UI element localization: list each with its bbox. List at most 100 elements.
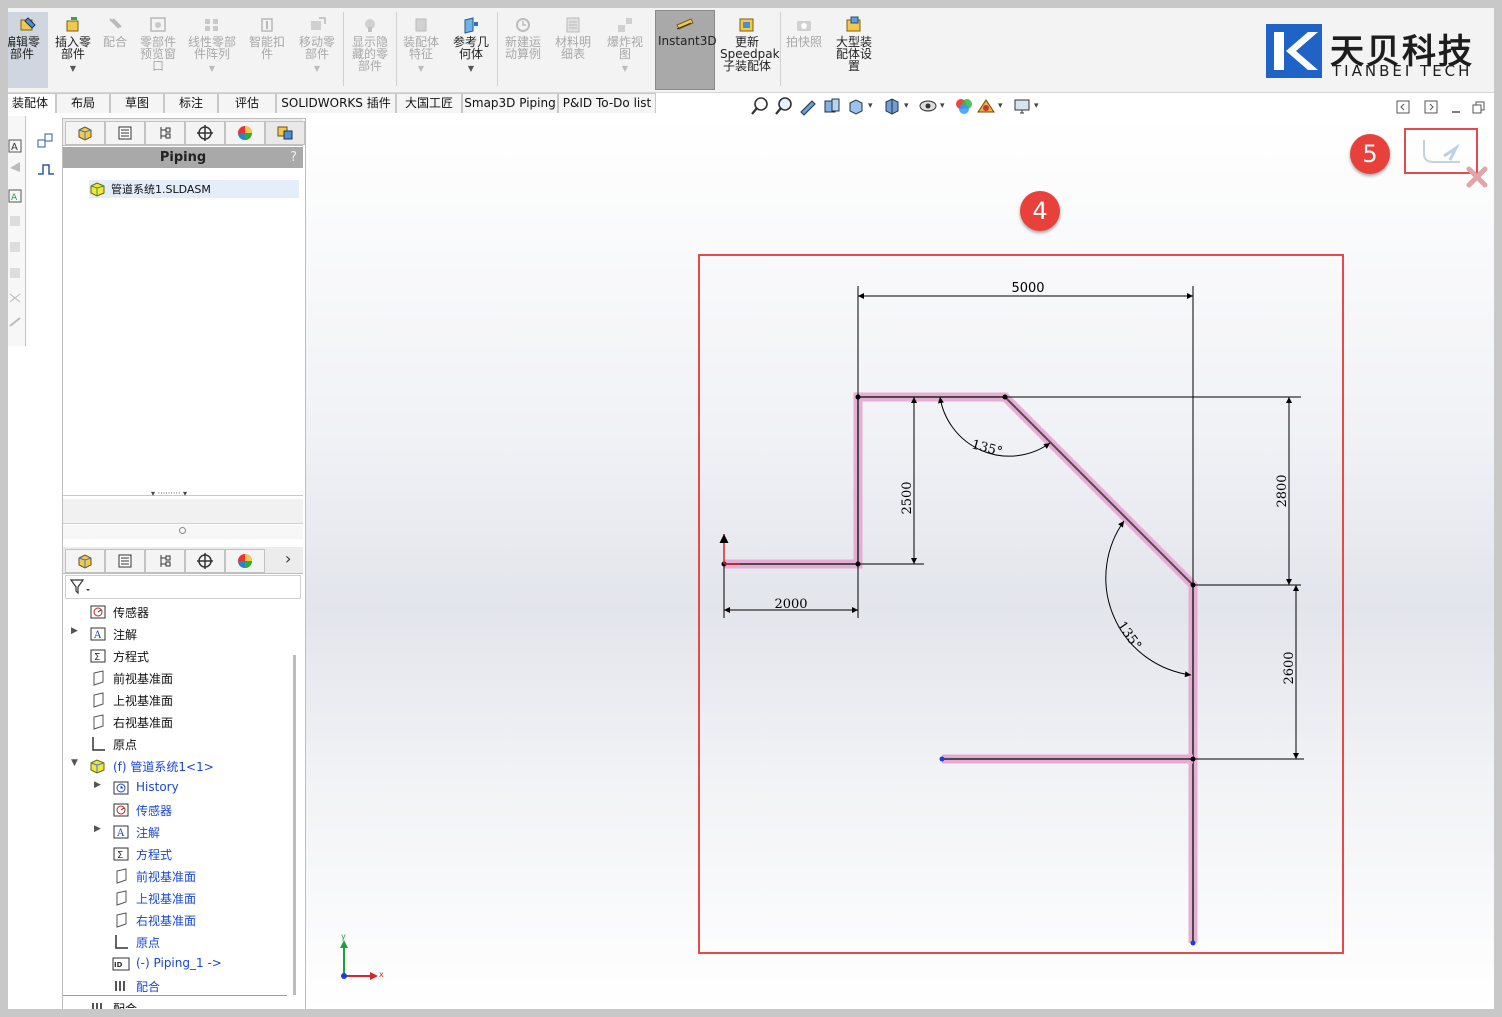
panel-splitter-handle[interactable]: ▾ ········· ▾ bbox=[151, 489, 187, 498]
tree-item[interactable]: 配合 bbox=[112, 977, 292, 995]
section-view-icon[interactable] bbox=[822, 96, 842, 116]
tree-item[interactable]: 右视基准面 bbox=[89, 713, 269, 731]
tab-daguo-gongjiang[interactable]: 大国工匠 bbox=[396, 93, 462, 113]
dimxpert-tab[interactable] bbox=[185, 121, 225, 145]
tab-smap3d-piping[interactable]: Smap3D Piping bbox=[462, 93, 558, 113]
chevron-right-icon[interactable]: ▶ bbox=[71, 626, 78, 636]
restore-icon[interactable] bbox=[1472, 100, 1486, 114]
chevron-down-icon[interactable]: ▾ bbox=[940, 101, 945, 111]
instant3d-button[interactable]: Instant3D bbox=[655, 10, 717, 90]
property-manager-tab[interactable] bbox=[105, 121, 145, 145]
tree-item[interactable]: Σ 方程式 bbox=[112, 845, 292, 863]
display-manager-tab[interactable] bbox=[225, 121, 265, 145]
tree-item[interactable]: 右视基准面 bbox=[112, 911, 292, 929]
chevron-down-icon[interactable]: ▾ bbox=[904, 101, 909, 111]
new-motion-study-button[interactable]: 新建运动算例 bbox=[500, 12, 546, 88]
tab-evaluate[interactable]: 评估 bbox=[218, 93, 276, 113]
dimxpert-tab-2[interactable] bbox=[185, 549, 225, 573]
chevron-down-icon[interactable]: ▼ bbox=[294, 63, 340, 75]
zoom-to-fit-icon[interactable] bbox=[750, 96, 770, 116]
edit-appearance-icon[interactable] bbox=[954, 96, 974, 116]
chevron-down-icon[interactable]: ▾ bbox=[998, 101, 1003, 111]
bill-of-materials-button[interactable]: 材料明细表 bbox=[550, 12, 596, 88]
tree-item[interactable]: ▶ History bbox=[94, 779, 292, 797]
filter-bar[interactable] bbox=[65, 575, 301, 599]
tree-item-label: 右视基准面 bbox=[136, 914, 197, 928]
splitter-dot[interactable] bbox=[179, 527, 186, 534]
apply-scene-icon[interactable] bbox=[976, 96, 996, 116]
view-settings-icon[interactable] bbox=[1012, 96, 1032, 116]
tab-markup[interactable]: 标注 bbox=[164, 93, 218, 113]
linear-pattern-button[interactable]: 线性零部件阵列 ▼ bbox=[184, 12, 240, 88]
hide-show-items-icon[interactable] bbox=[918, 96, 938, 116]
edit-component-button[interactable]: 编辑零部件 bbox=[8, 12, 48, 88]
chevron-right-icon[interactable]: ▶ bbox=[94, 780, 101, 790]
tree-item-label: 传感器 bbox=[136, 804, 173, 818]
tree-item[interactable]: 传感器 bbox=[89, 603, 269, 621]
update-speedpak-button[interactable]: 更新Speedpak子装配体 bbox=[718, 12, 780, 88]
exit-sketch-icon[interactable] bbox=[1420, 134, 1466, 168]
tree-item[interactable]: ▼ (f) 管道系统1<1> bbox=[71, 757, 269, 775]
configuration-manager-tab[interactable] bbox=[145, 121, 185, 145]
help-button[interactable]: ? bbox=[290, 147, 297, 168]
tree-item[interactable]: 配合 bbox=[89, 999, 269, 1009]
show-hidden-components-button[interactable]: 显示隐藏的零部件 bbox=[346, 12, 394, 88]
tree-item[interactable]: ▶ A 注解 bbox=[71, 625, 269, 643]
tab-solidworks-addins[interactable]: SOLIDWORKS 插件 bbox=[276, 93, 396, 113]
tree-item[interactable]: 上视基准面 bbox=[89, 691, 269, 709]
smart-fasteners-button[interactable]: 智能扣件 bbox=[244, 12, 290, 88]
property-manager-tab-2[interactable] bbox=[105, 549, 145, 573]
tree-item[interactable]: 前视基准面 bbox=[112, 867, 292, 885]
next-window-icon[interactable] bbox=[1424, 100, 1438, 114]
piping-tab[interactable] bbox=[265, 121, 305, 145]
tree-item[interactable]: ▶ A 注解 bbox=[94, 823, 292, 841]
chevron-down-icon[interactable]: ▼ bbox=[52, 63, 94, 75]
configuration-manager-tab-2[interactable] bbox=[145, 549, 185, 573]
reference-geometry-button[interactable]: 参考几何体 ▼ bbox=[448, 12, 494, 88]
tree-item[interactable]: 原点 bbox=[112, 933, 292, 951]
tab-layout[interactable]: 布局 bbox=[56, 93, 110, 113]
tab-assembly[interactable]: 装配体 bbox=[8, 93, 56, 113]
chevron-down-icon[interactable]: ▾ bbox=[868, 101, 873, 111]
logo-english-text: TIANBEI TECH bbox=[1332, 62, 1473, 80]
assembly-features-button[interactable]: 装配体特征 ▼ bbox=[398, 12, 444, 88]
component-preview-button[interactable]: 零部件预览窗口 bbox=[134, 12, 182, 88]
tree-item[interactable]: ID (-) Piping_1 -> bbox=[112, 955, 292, 973]
minimize-icon[interactable] bbox=[1450, 100, 1464, 114]
smart-dimension-icon[interactable] bbox=[36, 132, 56, 150]
chevron-right-icon[interactable]: ▶ bbox=[94, 824, 101, 834]
step-line-icon[interactable] bbox=[36, 160, 56, 178]
mate-button[interactable]: 配合 bbox=[98, 12, 132, 88]
tree-item[interactable]: Σ 方程式 bbox=[89, 647, 269, 665]
take-snapshot-button[interactable]: 拍快照 bbox=[784, 12, 824, 88]
tab-pid-todo-list[interactable]: P&ID To-Do list bbox=[558, 93, 656, 113]
tree-item[interactable]: 传感器 bbox=[112, 801, 292, 819]
large-assembly-settings-button[interactable]: 大型装配体设置 bbox=[830, 12, 878, 88]
insert-components-button[interactable]: 插入零部件 ▼ bbox=[52, 12, 94, 88]
display-style-icon[interactable] bbox=[882, 96, 902, 116]
tab-sketch[interactable]: 草图 bbox=[110, 93, 164, 113]
chevron-down-icon[interactable]: ▼ bbox=[184, 63, 240, 75]
chevron-right-icon[interactable]: › bbox=[285, 549, 291, 568]
tree-item[interactable]: 前视基准面 bbox=[89, 669, 269, 687]
zoom-to-area-icon[interactable] bbox=[774, 96, 794, 116]
chevron-down-icon[interactable]: ▼ bbox=[71, 758, 78, 768]
display-manager-tab-2[interactable] bbox=[225, 549, 265, 573]
tree-scrollbar[interactable] bbox=[293, 655, 296, 995]
tree-item[interactable]: 原点 bbox=[89, 735, 269, 753]
feature-manager-tab-2[interactable] bbox=[65, 549, 105, 573]
feature-manager-tab[interactable] bbox=[65, 121, 105, 145]
chevron-down-icon[interactable]: ▼ bbox=[398, 63, 444, 75]
graphics-area[interactable]: 5000 2800 2500 2000 2600 135° 135° y x 4 bbox=[306, 116, 1494, 1009]
move-component-button[interactable]: 移动零部件 ▼ bbox=[294, 12, 340, 88]
cancel-sketch-icon[interactable] bbox=[1464, 164, 1490, 190]
previous-window-icon[interactable] bbox=[1396, 100, 1410, 114]
previous-view-icon[interactable] bbox=[798, 96, 818, 116]
view-orientation-icon[interactable] bbox=[846, 96, 866, 116]
chevron-down-icon[interactable]: ▼ bbox=[602, 63, 648, 75]
top-assembly-item[interactable]: 管道系统1.SLDASM bbox=[89, 180, 299, 198]
tree-item[interactable]: 上视基准面 bbox=[112, 889, 292, 907]
chevron-down-icon[interactable]: ▾ bbox=[1034, 101, 1039, 111]
chevron-down-icon[interactable]: ▼ bbox=[448, 63, 494, 75]
exploded-view-button[interactable]: 爆炸视图 ▼ bbox=[602, 12, 648, 88]
